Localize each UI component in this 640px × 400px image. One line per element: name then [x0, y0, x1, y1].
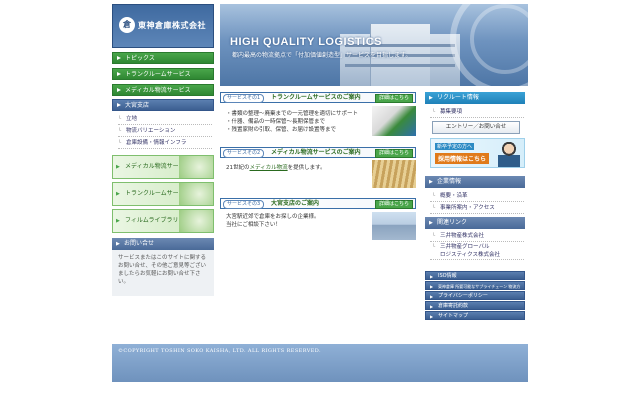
office-access-link[interactable]: 事業所案内・アクセス: [430, 203, 524, 214]
contact-heading[interactable]: お問い合せ: [112, 238, 214, 250]
person-icon: [498, 141, 520, 167]
nav-sub-location[interactable]: 立地: [118, 114, 212, 125]
hero-banner: HIGH QUALITY LOGISTICS 都内最高の物流拠点で「付加価値創造…: [220, 4, 528, 86]
service-line: ・什器、備品の一時保管〜長期保管まで: [226, 119, 326, 125]
recruit-banner-big: 採用情報はこちら: [435, 153, 490, 164]
contact-description: サービスまたはこのサイトに関するお問い合せ、その他ご意見等ございましたらお気軽に…: [112, 250, 214, 296]
service-tag: サービスその2: [223, 149, 265, 158]
service-tag: サービスその3: [223, 200, 265, 209]
nav-sub-logistics-variation[interactable]: 物流バリエーション: [118, 126, 212, 137]
service-1-text: ・書類の整理〜廃棄までの一元管理を適切にサポート ・什器、備品の一時保管〜長期保…: [226, 110, 376, 134]
service-2-image: [372, 160, 416, 188]
recruit-banner-small: 新卒予定の方へ: [435, 143, 475, 150]
service-details-button[interactable]: 詳細はこちら: [374, 94, 413, 103]
service-title: 大宮支店のご案内: [271, 200, 320, 207]
service-3-text: 大宮駅近郊で倉庫をお探しの企業様。 当社にご相談下さい！: [226, 213, 376, 229]
related-link-mitsui[interactable]: 三井物産株式会社: [430, 231, 524, 242]
logo-mark-icon: 倉: [119, 17, 135, 33]
recruit-requirements-link[interactable]: 募集要項: [430, 107, 524, 118]
service-title: トランクルームサービスのご案内: [271, 94, 361, 101]
nav-topics[interactable]: トピックス: [112, 52, 214, 64]
medical-logistics-link[interactable]: メディカル物流: [250, 165, 288, 171]
company-info-heading[interactable]: 企業情報: [425, 176, 525, 188]
service-details-button[interactable]: 詳細はこちら: [374, 200, 413, 209]
service-details-button[interactable]: 詳細はこちら: [374, 149, 413, 158]
privacy-policy-link[interactable]: プライバシーポリシー: [425, 291, 525, 301]
service-text-after: を提供します。: [287, 165, 326, 171]
banner-image: [179, 210, 213, 232]
iso-info-link[interactable]: ISO情報: [425, 271, 525, 281]
service-3-header[interactable]: サービスその3 大宮支店のご案内 詳細はこちら: [220, 198, 416, 209]
company-overview-link[interactable]: 概要・沿革: [430, 191, 524, 202]
banner-image: [179, 156, 213, 178]
service-line: ・書類の整理〜廃棄までの一元管理を適切にサポート: [226, 111, 359, 117]
recruit-banner[interactable]: 新卒予定の方へ 採用情報はこちら: [430, 138, 525, 168]
nav-sub-facilities[interactable]: 倉庫設備・情報インフラ: [118, 138, 212, 149]
banner-medical-logistics[interactable]: メディカル物流サービス: [112, 155, 214, 179]
nav-trunk-room[interactable]: トランクルームサービス: [112, 68, 214, 80]
service-tag: サービスその1: [223, 94, 265, 103]
hero-subtitle: 都内最高の物流拠点で「付加価値創造型」サービスを目指します。: [232, 52, 412, 59]
recruit-heading[interactable]: リクルート情報: [425, 92, 525, 104]
supply-chain-policy-link[interactable]: 東神倉庫 所要可能なサプライチェーン 物流方針: [425, 281, 525, 298]
hero-title: HIGH QUALITY LOGISTICS: [230, 36, 382, 48]
footer-copyright: ©COPYRIGHT TOSHIN SOKO KAISHA, LTD. ALL …: [118, 348, 321, 354]
service-1-header[interactable]: サービスその1 トランクルームサービスのご案内 詳細はこちら: [220, 92, 416, 103]
company-name: 東神倉庫株式会社: [138, 20, 206, 30]
service-line: 当社にご相談下さい！: [226, 222, 281, 228]
related-link-mitsui-logistics[interactable]: 三井物産グローバル ロジスティクス株式会社: [430, 243, 524, 260]
service-title: メディカル物流サービスのご案内: [271, 149, 361, 156]
nav-omiya-branch[interactable]: 大宮支店: [112, 99, 214, 111]
service-2-header[interactable]: サービスその2 メディカル物流サービスのご案内 詳細はこちら: [220, 147, 416, 158]
warehouse-terms-link[interactable]: 倉庫寄託約款: [425, 301, 525, 311]
service-line: ・残置家財の引取、保管、お届け設置等まで: [226, 127, 337, 133]
nav-medical-logistics[interactable]: メディカル物流サービス: [112, 84, 214, 96]
service-line: 大宮駅近郊で倉庫をお探しの企業様。: [226, 214, 320, 220]
entry-button[interactable]: エントリー／お問い合せ: [432, 121, 520, 134]
banner-film-library[interactable]: フィルムライブラリー: [112, 209, 214, 233]
service-1-image: [372, 106, 416, 136]
sitemap-link[interactable]: サイトマップ: [425, 311, 525, 321]
banner-label: フィルムライブラリー: [125, 217, 185, 224]
company-logo[interactable]: 倉 東神倉庫株式会社: [112, 4, 214, 48]
banner-image: [179, 183, 213, 205]
service-text-before: 21世紀の: [226, 165, 250, 171]
service-2-text: 21世紀のメディカル物流を提供します。: [226, 164, 376, 172]
hero-window-row: [345, 64, 455, 67]
related-links-heading: 関連リンク: [425, 217, 525, 229]
footer: ©COPYRIGHT TOSHIN SOKO KAISHA, LTD. ALL …: [112, 344, 528, 382]
service-3-image: [372, 212, 416, 240]
banner-trunk-room[interactable]: トランクルームサービス: [112, 182, 214, 206]
